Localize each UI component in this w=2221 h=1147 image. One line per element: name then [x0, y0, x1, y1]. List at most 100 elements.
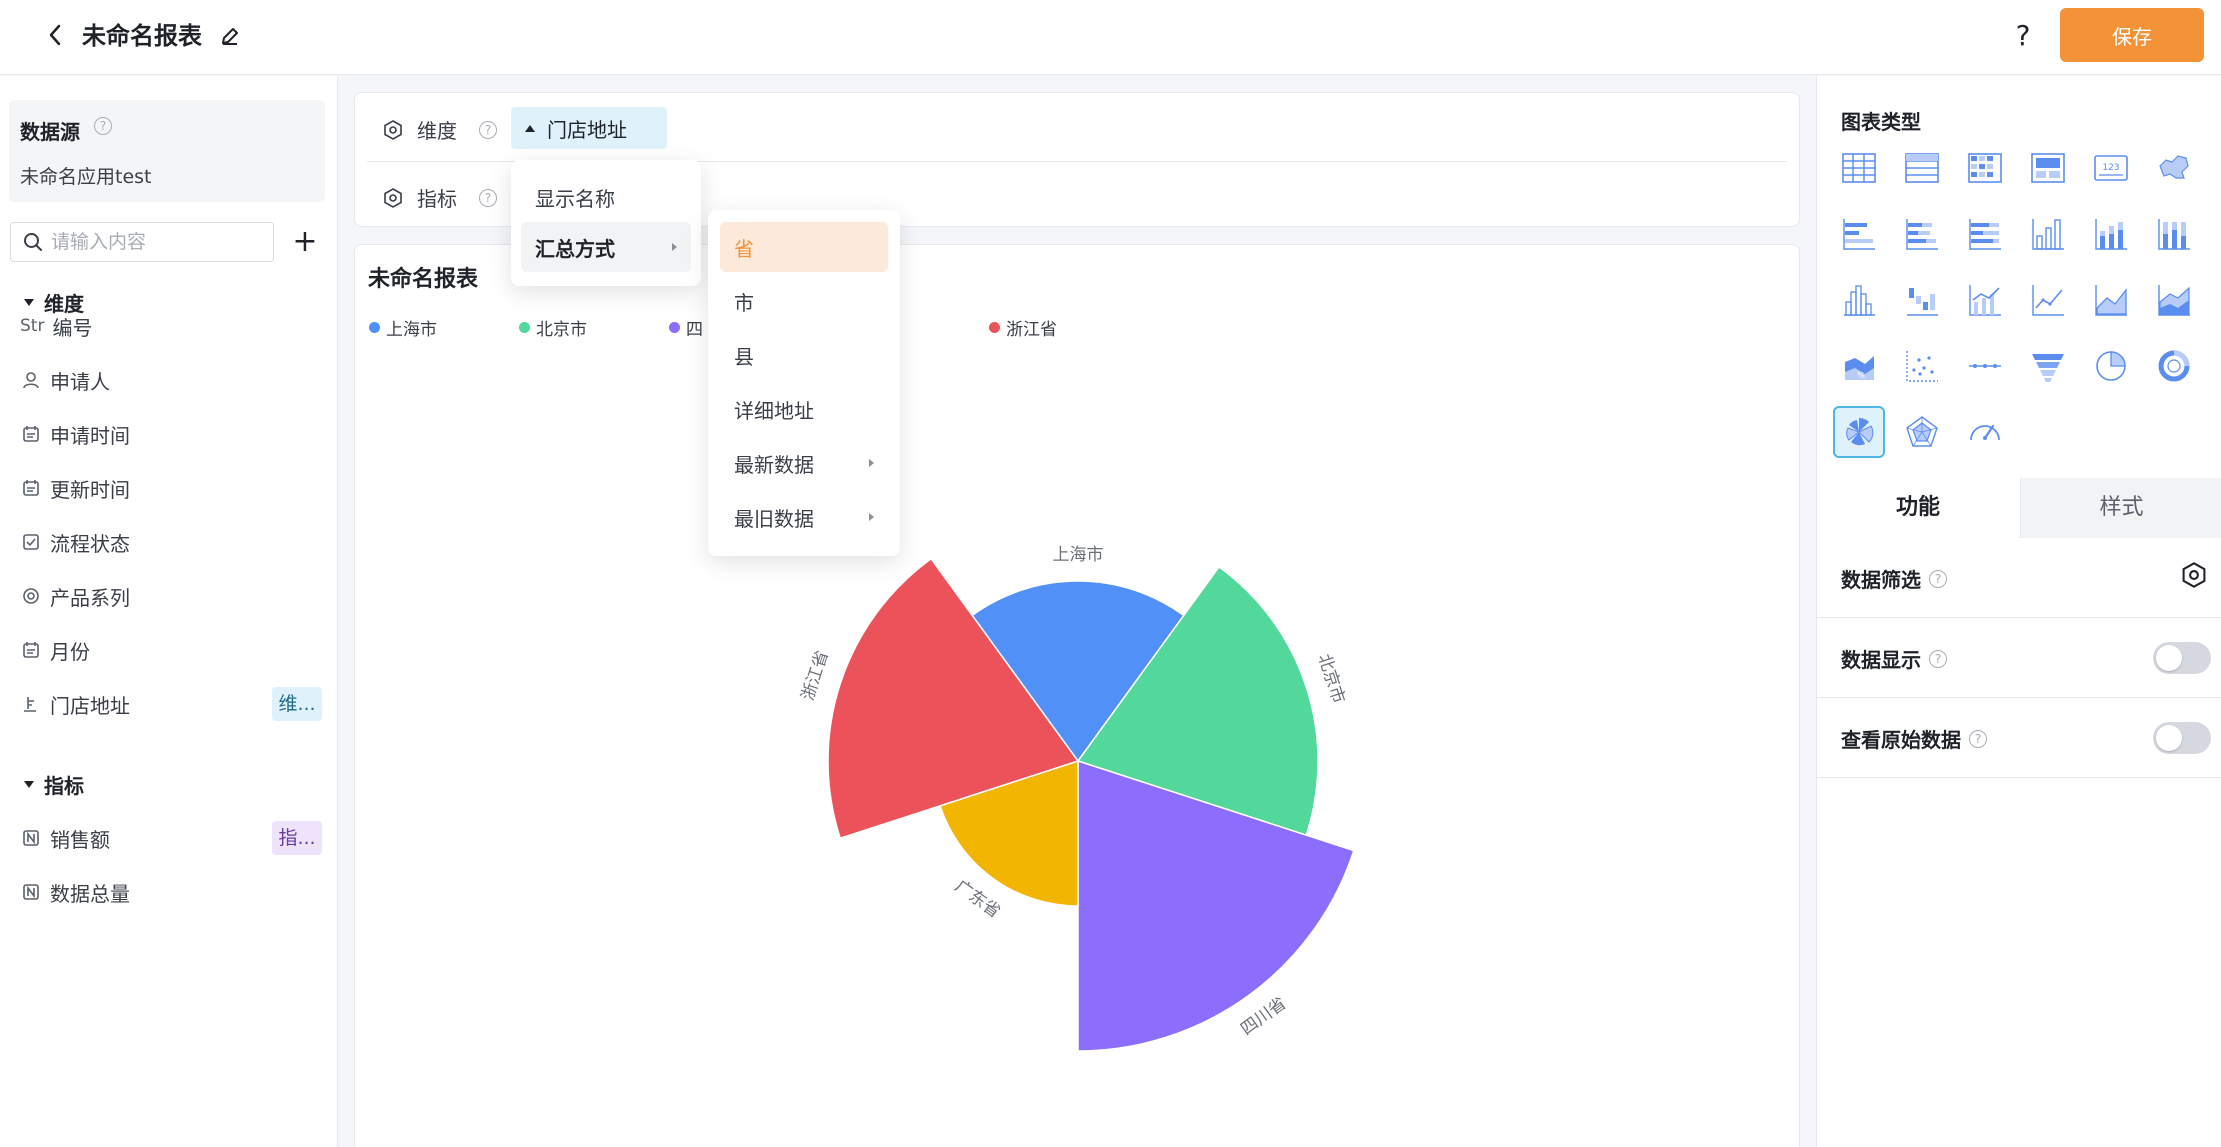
submenu-item-province[interactable]: 省	[720, 222, 888, 272]
chart-type-title: 图表类型	[1841, 110, 1921, 134]
field-item[interactable]: Str 编号	[20, 306, 92, 346]
chart-type-option[interactable]	[1833, 406, 1885, 458]
aggregation-submenu: 省 市 县 详细地址 最新数据 最旧数据	[708, 210, 900, 556]
submenu-item-county[interactable]: 县	[720, 330, 888, 380]
chart-type-option[interactable]	[2085, 274, 2137, 326]
field-item[interactable]: 门店地址	[20, 684, 130, 724]
chart-type-option[interactable]: %	[1833, 340, 1885, 392]
rose-slice-label: 北京市	[1314, 651, 1349, 706]
submenu-item-city[interactable]: 市	[720, 276, 888, 326]
filter-settings-button[interactable]	[2179, 560, 2209, 590]
dimension-chip-label: 门店地址	[547, 117, 627, 142]
tab-style[interactable]: 样式	[2020, 478, 2221, 538]
chart-type-option[interactable]	[1959, 142, 2011, 194]
chart-type-option[interactable]	[2148, 142, 2200, 194]
help-circle-icon[interactable]: ?	[479, 188, 497, 207]
chart-type-option[interactable]	[2148, 274, 2200, 326]
field-item[interactable]: 更新时间	[20, 468, 130, 508]
chart-type-option[interactable]	[1896, 274, 1948, 326]
field-item[interactable]: 月份	[20, 630, 90, 670]
add-field-button[interactable]: +	[290, 224, 320, 260]
save-button[interactable]: 保存	[2060, 8, 2204, 62]
settings-hexagon-icon[interactable]	[383, 119, 403, 140]
donut-icon	[2158, 350, 2190, 382]
back-button[interactable]	[40, 20, 70, 50]
submenu-item-latest[interactable]: 最新数据	[720, 438, 888, 488]
chart-type-option[interactable]	[2085, 208, 2137, 260]
field-sidebar: 数据源 ? 未命名应用test + 维度 Str 编号 申请人 申请时间 更新时…	[0, 76, 338, 1147]
area-percent-icon: %	[1845, 356, 1874, 380]
column-icon	[2032, 219, 2064, 250]
chart-type-option[interactable]	[1896, 406, 1948, 458]
chart-type-option[interactable]	[1833, 142, 1885, 194]
calendar-icon	[20, 425, 42, 443]
chart-type-option[interactable]	[2022, 142, 2074, 194]
chart-panel: 未命名报表 上海市 北京市 四 浙江省 上海市 北京市 四川省 广东省 浙江省	[354, 244, 1800, 1147]
help-circle-icon[interactable]: ?	[1929, 649, 1947, 668]
raw-data-setting: 查看原始数据 ?	[1817, 698, 2221, 778]
gauge-icon	[1970, 424, 2000, 441]
menu-item-label: 最新数据	[734, 452, 814, 477]
submenu-item-detail-address[interactable]: 详细地址	[720, 384, 888, 434]
chart-type-option[interactable]	[1959, 340, 2011, 392]
settings-hexagon-icon[interactable]	[383, 187, 403, 208]
field-item[interactable]: 申请人	[20, 360, 110, 400]
radar-icon	[1906, 416, 1938, 447]
chart-type-option[interactable]	[1896, 142, 1948, 194]
chart-type-option[interactable]	[2022, 340, 2074, 392]
field-label: 数据总量	[50, 881, 130, 906]
menu-item-display-name[interactable]: 显示名称	[521, 172, 691, 222]
field-item[interactable]: 流程状态	[20, 522, 130, 562]
pivot-icon	[1968, 153, 2002, 183]
chevron-right-icon	[869, 513, 874, 521]
chart-type-option[interactable]	[2022, 208, 2074, 260]
field-search-box[interactable]	[10, 222, 274, 262]
field-label: 销售额	[50, 827, 110, 852]
chart-type-option[interactable]	[1959, 406, 2011, 458]
chart-type-option[interactable]	[1896, 340, 1948, 392]
line-icon	[2032, 285, 2064, 316]
chart-type-option[interactable]	[1833, 274, 1885, 326]
field-item[interactable]: 申请时间	[20, 414, 130, 454]
dot-line-icon	[1969, 364, 2001, 368]
data-filter-label: 数据筛选	[1841, 568, 1921, 592]
field-label: 申请时间	[50, 423, 130, 448]
data-display-setting: 数据显示 ?	[1817, 618, 2221, 698]
menu-item-label: 汇总方式	[535, 236, 615, 261]
number-icon	[20, 883, 42, 901]
raw-data-toggle[interactable]	[2153, 722, 2211, 754]
menu-item-aggregation[interactable]: 汇总方式	[521, 222, 691, 272]
field-item[interactable]: 销售额	[20, 818, 110, 858]
field-item[interactable]: 产品系列	[20, 576, 130, 616]
chart-type-option[interactable]	[2022, 274, 2074, 326]
edit-title-button[interactable]	[216, 22, 244, 50]
chart-type-option[interactable]	[1833, 208, 1885, 260]
tab-function[interactable]: 功能	[1817, 478, 2019, 538]
indicator-group-header[interactable]: 指标	[24, 770, 84, 799]
data-display-toggle[interactable]	[2153, 642, 2211, 674]
help-circle-icon[interactable]: ?	[479, 120, 497, 139]
submenu-item-oldest[interactable]: 最旧数据	[720, 492, 888, 542]
chart-type-option[interactable]: 123	[2085, 142, 2137, 194]
chart-type-option[interactable]	[1959, 208, 2011, 260]
indicator-in-use-badge: 指...	[272, 821, 322, 855]
field-label: 更新时间	[50, 477, 130, 502]
field-item[interactable]: 数据总量	[20, 872, 130, 912]
help-circle-icon[interactable]: ?	[1929, 569, 1947, 588]
checkbox-icon	[20, 533, 42, 551]
help-circle-icon[interactable]: ?	[1969, 729, 1987, 748]
calendar-icon	[20, 479, 42, 497]
chart-type-option[interactable]	[1896, 208, 1948, 260]
dimension-chip[interactable]: 门店地址	[511, 107, 667, 149]
chart-type-option[interactable]	[2148, 208, 2200, 260]
map-icon	[2159, 155, 2189, 179]
datasource-card[interactable]: 数据源 ? 未命名应用test	[9, 100, 325, 202]
page-title: 未命名报表	[82, 22, 202, 50]
chart-type-option[interactable]	[2148, 340, 2200, 392]
chart-type-option[interactable]	[2085, 340, 2137, 392]
help-circle-icon[interactable]: ?	[94, 117, 112, 135]
help-button[interactable]: ?	[2005, 18, 2041, 54]
field-search-input[interactable]	[51, 231, 261, 253]
rose-slice-label: 浙江省	[798, 648, 833, 703]
chart-type-option[interactable]	[1959, 274, 2011, 326]
